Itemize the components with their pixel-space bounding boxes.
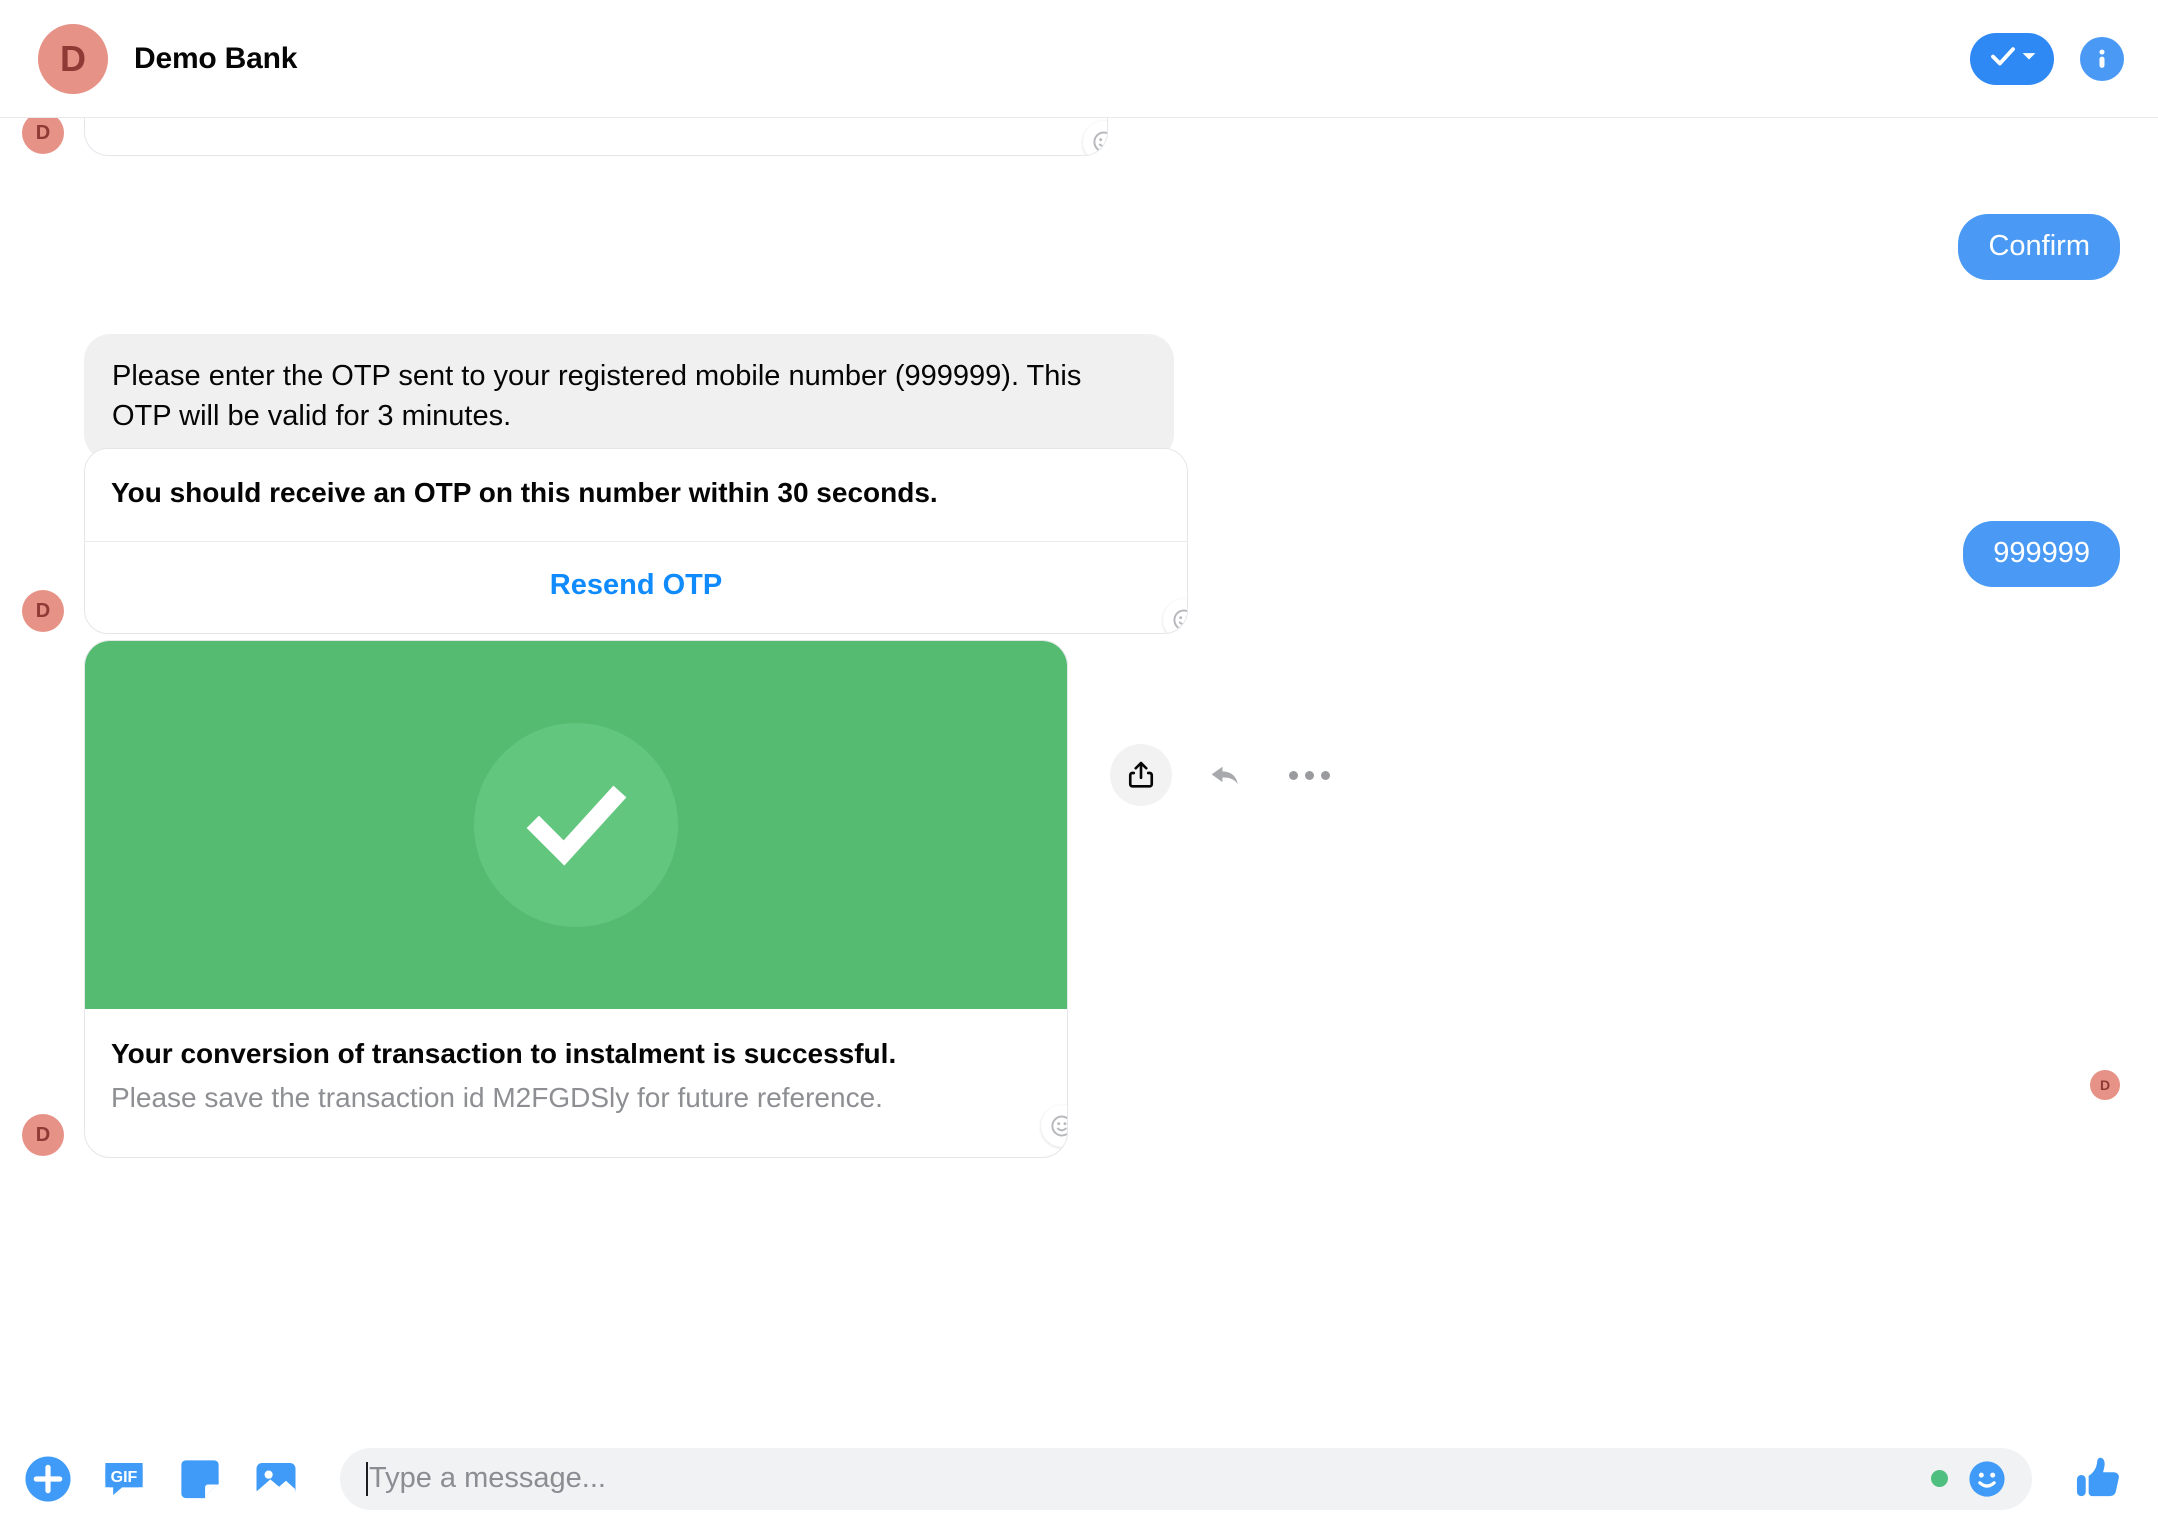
photo-button[interactable] [248, 1451, 304, 1507]
check-icon [1988, 41, 2018, 76]
sticker-button[interactable] [172, 1451, 228, 1507]
outgoing-message-bubble[interactable]: 999999 [1963, 521, 2120, 588]
reply-icon [1211, 766, 1238, 785]
transaction-success-card[interactable]: Your conversion of transaction to instal… [84, 640, 1068, 1158]
success-hero [85, 641, 1067, 1009]
photo-icon [256, 1462, 296, 1496]
chevron-down-icon [2021, 48, 2037, 69]
emoji-smiley-icon [1969, 1460, 2005, 1497]
message-row-otp-text: Please enter the OTP sent to your regist… [22, 334, 1174, 461]
emoji-picker-button[interactable] [1964, 1456, 2010, 1502]
avatar: D [22, 1113, 64, 1156]
message-row-success-card: D Your conversion of transaction to inst… [22, 640, 1068, 1158]
reply-button[interactable] [1194, 744, 1256, 806]
cancel-button[interactable]: Cancel [85, 118, 1107, 155]
plus-circle-icon [25, 1455, 71, 1502]
message-input-placeholder[interactable]: Type a message... [369, 1462, 606, 1495]
cancel-button-card: Cancel [84, 118, 1108, 156]
resend-otp-button[interactable]: Resend OTP [85, 542, 1187, 633]
status-dot [1931, 1470, 1948, 1487]
conversation-info-button[interactable] [2080, 36, 2124, 81]
message-input-wrapper[interactable]: Type a message... [340, 1447, 2032, 1510]
page-title: Demo Bank [134, 41, 298, 75]
success-caption: Your conversion of transaction to instal… [85, 1009, 1067, 1157]
more-options-button[interactable] [1278, 744, 1340, 806]
smiley-outline-icon [1093, 131, 1107, 153]
chat-header-identity[interactable]: D Demo Bank [38, 23, 298, 94]
card-title: You should receive an OTP on this number… [111, 477, 938, 508]
smiley-outline-icon [1051, 1115, 1067, 1137]
message-row-resend-card: D You should receive an OTP on this numb… [22, 448, 1188, 635]
success-circle [474, 723, 678, 927]
avatar: D [22, 118, 64, 154]
svg-text:GIF: GIF [111, 1467, 138, 1485]
seen-avatar: D [2090, 1070, 2120, 1100]
add-attachment-button[interactable] [20, 1451, 76, 1507]
checkmark-icon [526, 785, 627, 866]
message-hover-actions [1110, 744, 1340, 806]
message-row-cancel-card: D Cancel [22, 118, 1108, 156]
smiley-outline-icon [1173, 609, 1187, 631]
like-button[interactable] [2070, 1450, 2128, 1508]
success-title: Your conversion of transaction to instal… [111, 1038, 897, 1069]
gif-icon: GIF [105, 1462, 143, 1495]
message-composer: GIF Type a message... [0, 1425, 2158, 1532]
text-caret [366, 1461, 368, 1496]
chat-header: D Demo Bank [0, 0, 2158, 118]
chat-header-actions [1970, 32, 2124, 85]
info-glyph-icon [2099, 49, 2105, 68]
message-row-otp-reply: 999999 [1963, 521, 2120, 588]
thumbs-up-icon [2076, 1457, 2119, 1496]
success-subtitle: Please save the transaction id M2FGDSly … [111, 1081, 883, 1113]
share-icon [1128, 761, 1154, 788]
avatar: D [38, 23, 108, 94]
incoming-message-bubble[interactable]: Please enter the OTP sent to your regist… [84, 334, 1174, 461]
mark-done-button[interactable] [1970, 32, 2054, 85]
avatar: D [22, 590, 64, 633]
share-button[interactable] [1110, 744, 1172, 806]
sticker-icon [181, 1459, 219, 1498]
message-thread[interactable]: D Cancel Confirm [0, 118, 2158, 1425]
outgoing-message-bubble[interactable]: Confirm [1958, 214, 2120, 281]
gif-button[interactable]: GIF [96, 1451, 152, 1507]
resend-otp-card: You should receive an OTP on this number… [84, 448, 1188, 635]
message-row-confirm: Confirm [1958, 214, 2120, 281]
messenger-window: D Demo Bank D Confirm Please enter the O… [0, 0, 2158, 1532]
more-options-icon [1288, 770, 1330, 780]
